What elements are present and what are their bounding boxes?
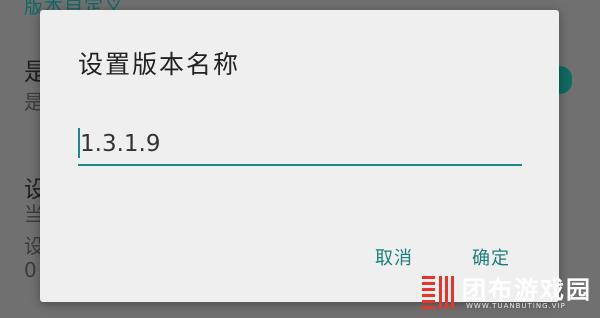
watermark-logo-icon	[422, 276, 454, 309]
version-name-input-wrapper	[78, 124, 524, 168]
text-cursor	[78, 128, 80, 158]
input-underline	[78, 164, 522, 166]
setting-row-subtitle: 0	[24, 258, 37, 282]
watermark-name: 团布游戏园	[462, 276, 592, 304]
watermark: 团布游戏园 WWW.TUANBUTING.VIP	[414, 268, 600, 318]
version-name-input[interactable]	[78, 124, 524, 164]
version-name-dialog: 设置版本名称 取消 确定	[40, 10, 559, 302]
watermark-url: WWW.TUANBUTING.VIP	[466, 302, 566, 310]
cancel-button[interactable]: 取消	[373, 240, 415, 274]
dialog-title: 设置版本名称	[78, 50, 241, 79]
